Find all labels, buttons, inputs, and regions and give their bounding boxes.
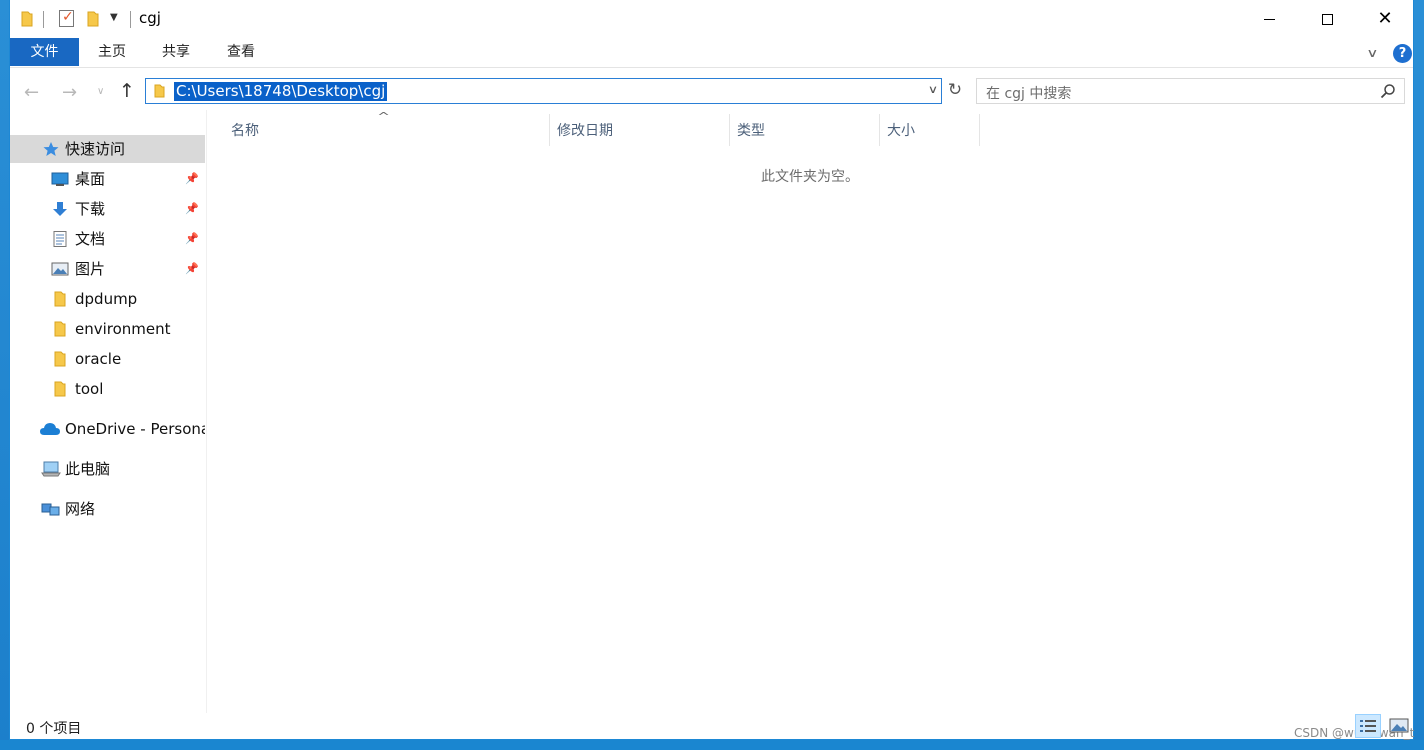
- sidebar-item-network[interactable]: 网络: [10, 495, 205, 523]
- new-folder-icon[interactable]: [87, 11, 99, 27]
- cloud-icon: [40, 423, 60, 435]
- star-icon: [43, 142, 59, 156]
- search-input[interactable]: 在 cgj 中搜索: [976, 78, 1405, 104]
- pin-icon[interactable]: 📌: [185, 255, 199, 283]
- maximize-button[interactable]: [1298, 0, 1356, 38]
- column-header-name[interactable]: 名称: [231, 120, 259, 140]
- navigation-pane: 快速访问 桌面 📌 下载 📌 文档 📌 图片 📌 dpdump environm…: [10, 110, 207, 713]
- tab-file[interactable]: 文件: [10, 38, 79, 66]
- tab-home[interactable]: 主页: [89, 38, 135, 66]
- column-divider[interactable]: [549, 114, 550, 146]
- column-header-type[interactable]: 类型: [737, 120, 765, 140]
- file-explorer-window: ✓ ▼ cgj ✕ 文件 主页 共享 查看 ∨ ? ← → ∨ ↑ C:\Use…: [9, 0, 1414, 740]
- expand-ribbon-chevron-icon[interactable]: ∨: [1366, 46, 1378, 60]
- tab-share[interactable]: 共享: [153, 38, 199, 66]
- refresh-icon[interactable]: ↻: [945, 80, 965, 102]
- file-list-pane: ^ 名称 修改日期 类型 大小 此文件夹为空。: [207, 110, 1413, 713]
- sidebar-item-label: 桌面: [75, 170, 106, 188]
- close-button[interactable]: ✕: [1356, 0, 1414, 38]
- document-icon: [53, 231, 67, 247]
- item-count: 0 个项目: [26, 721, 82, 737]
- desktop-background-bottom: [0, 740, 1424, 750]
- sidebar-item-quick-access[interactable]: 快速访问: [10, 135, 205, 163]
- toolbar-separator: [43, 11, 44, 28]
- search-icon[interactable]: [1380, 83, 1396, 99]
- desktop-background-left: [0, 0, 9, 750]
- sidebar-item-desktop[interactable]: 桌面 📌: [10, 165, 205, 193]
- column-divider[interactable]: [879, 114, 880, 146]
- address-path[interactable]: C:\Users\18748\Desktop\cgj: [174, 82, 388, 101]
- address-toolbar: ← → ∨ ↑ C:\Users\18748\Desktop\cgj ∨ ↻ 在…: [10, 72, 1413, 110]
- sidebar-item-dpdump[interactable]: dpdump: [10, 285, 205, 313]
- column-header-size[interactable]: 大小: [887, 120, 915, 140]
- pin-icon[interactable]: 📌: [185, 165, 199, 193]
- sidebar-item-label: 快速访问: [65, 140, 126, 158]
- recent-locations-chevron-icon[interactable]: ∨: [97, 86, 104, 97]
- column-divider[interactable]: [729, 114, 730, 146]
- properties-icon[interactable]: ✓: [59, 9, 74, 27]
- ribbon-tabs: 文件 主页 共享 查看 ∨ ?: [10, 38, 1413, 68]
- large-icons-view-icon: [1389, 718, 1409, 733]
- customize-toolbar-dropdown-icon[interactable]: ▼: [110, 12, 118, 23]
- sidebar-item-label: 此电脑: [65, 460, 111, 478]
- details-view-icon: [1360, 720, 1376, 732]
- sidebar-item-onedrive[interactable]: OneDrive - Persona: [10, 415, 205, 443]
- sidebar-item-label: 网络: [65, 500, 96, 518]
- folder-icon[interactable]: [21, 11, 33, 27]
- back-arrow-icon[interactable]: ←: [24, 82, 39, 103]
- sidebar-item-label: OneDrive - Persona: [65, 420, 205, 438]
- column-divider[interactable]: [979, 114, 980, 146]
- desktop-icon: [51, 172, 69, 186]
- folder-icon: [54, 321, 66, 337]
- desktop-background-right: [1414, 0, 1424, 750]
- search-placeholder: 在 cgj 中搜索: [986, 86, 1072, 102]
- sidebar-item-label: environment: [75, 320, 171, 338]
- up-arrow-icon[interactable]: ↑: [119, 80, 135, 102]
- forward-arrow-icon[interactable]: →: [62, 82, 77, 103]
- column-header-date-modified[interactable]: 修改日期: [557, 120, 613, 140]
- pin-icon[interactable]: 📌: [185, 225, 199, 253]
- folder-icon: [54, 381, 66, 397]
- computer-icon: [41, 461, 61, 477]
- tab-view[interactable]: 查看: [218, 38, 264, 66]
- sidebar-item-label: 图片: [75, 260, 106, 278]
- sidebar-item-pictures[interactable]: 图片 📌: [10, 255, 205, 283]
- maximize-icon: [1321, 13, 1333, 25]
- address-bar[interactable]: C:\Users\18748\Desktop\cgj ∨: [145, 78, 942, 104]
- folder-icon: [54, 291, 66, 307]
- sidebar-item-tool[interactable]: tool: [10, 375, 205, 403]
- sidebar-item-label: 下载: [75, 200, 106, 218]
- sidebar-item-oracle[interactable]: oracle: [10, 345, 205, 373]
- sort-ascending-icon: ^: [377, 110, 391, 123]
- sidebar-item-this-pc[interactable]: 此电脑: [10, 455, 205, 483]
- minimize-button[interactable]: [1240, 0, 1298, 38]
- minimize-icon: [1263, 18, 1275, 20]
- window-title: cgj: [139, 9, 161, 27]
- sidebar-item-downloads[interactable]: 下载 📌: [10, 195, 205, 223]
- sidebar-item-label: 文档: [75, 230, 106, 248]
- folder-icon: [154, 84, 165, 98]
- status-bar: 0 个项目 CSDN @wuwuwan_t: [10, 713, 1414, 740]
- sidebar-item-environment[interactable]: environment: [10, 315, 205, 343]
- download-icon: [53, 202, 67, 216]
- address-history-chevron-icon[interactable]: ∨: [928, 83, 938, 96]
- toolbar-separator: [130, 11, 131, 28]
- empty-folder-message: 此文件夹为空。: [761, 169, 859, 185]
- sidebar-item-label: tool: [75, 380, 104, 398]
- picture-icon: [51, 262, 69, 276]
- sidebar-item-documents[interactable]: 文档 📌: [10, 225, 205, 253]
- large-icons-view-button[interactable]: [1386, 714, 1412, 738]
- details-view-button[interactable]: [1355, 714, 1381, 738]
- network-icon: [41, 503, 60, 516]
- help-icon[interactable]: ?: [1393, 44, 1412, 63]
- pin-icon[interactable]: 📌: [185, 195, 199, 223]
- title-bar: ✓ ▼ cgj ✕: [10, 0, 1413, 38]
- close-icon: ✕: [1377, 8, 1393, 29]
- sidebar-item-label: dpdump: [75, 290, 138, 308]
- sidebar-item-label: oracle: [75, 350, 122, 368]
- folder-icon: [54, 351, 66, 367]
